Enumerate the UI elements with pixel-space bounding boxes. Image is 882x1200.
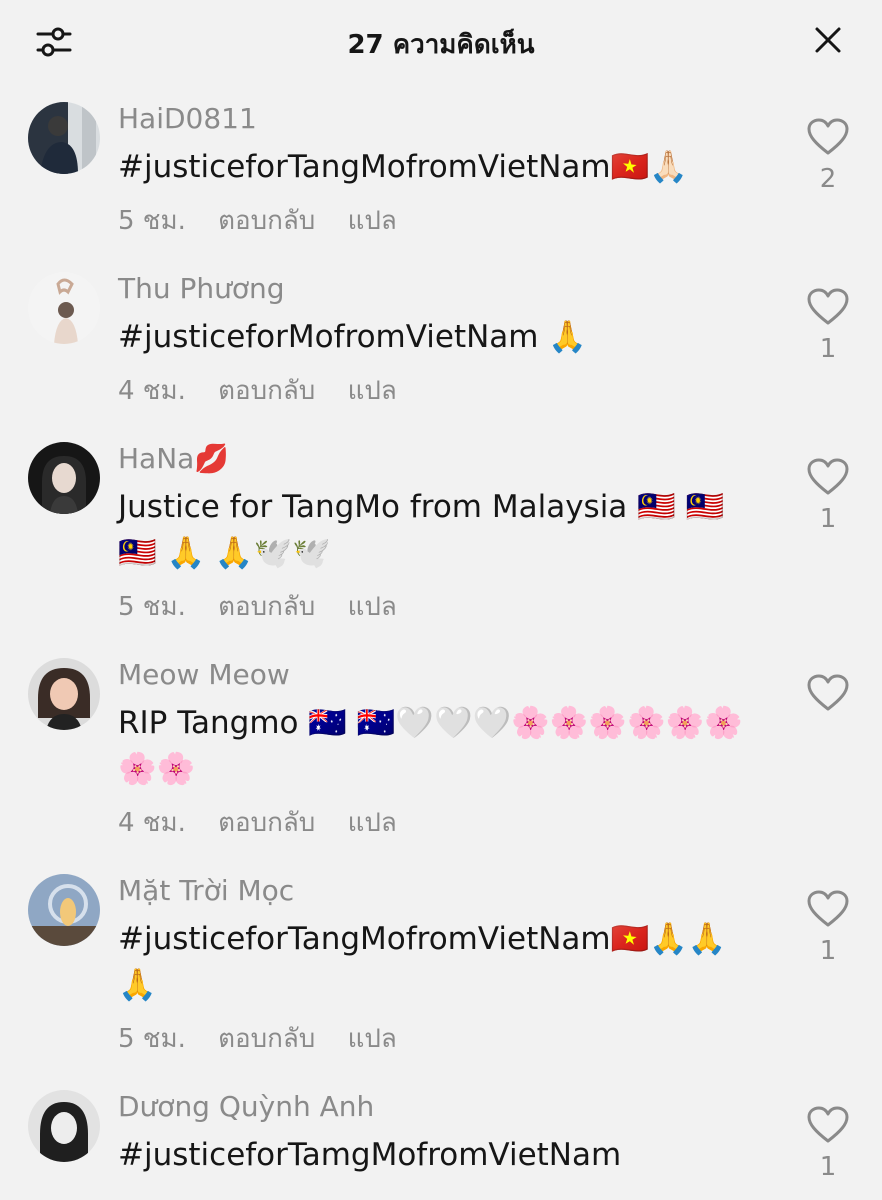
comment-text: RIP Tangmo 🇦🇺 🇦🇺🤍🤍🤍🌸🌸🌸🌸🌸🌸🌸🌸 (118, 705, 743, 787)
comment-text: #justiceforTangMofromVietNam🇻🇳🙏🙏🙏 (118, 921, 727, 1003)
translate-button[interactable]: แปล (348, 206, 397, 236)
reply-button[interactable]: ตอบกลับ (218, 1024, 315, 1054)
comment-username[interactable]: Mặt Trời Mọc (118, 874, 294, 907)
avatar[interactable] (28, 272, 100, 344)
like-count: 1 (819, 334, 837, 364)
like-count: 1 (819, 504, 837, 534)
comment-meta: 4 ชม. ตอบกลับ แปล (118, 370, 421, 411)
comment-text: #justiceforMofromVietNam 🙏 (118, 319, 587, 355)
like-control: 1 (804, 1106, 852, 1182)
comment-username[interactable]: HaiD0811 (118, 102, 257, 135)
close-button[interactable] (806, 18, 850, 62)
like-count: 2 (819, 164, 837, 194)
comments-sheet: 27 ความคิดเห็น HaiD0811 #justiceforTangM… (0, 0, 882, 1200)
heart-icon[interactable] (807, 890, 849, 928)
comment-username[interactable]: Thu Phương (118, 272, 285, 305)
close-icon (815, 27, 841, 53)
page-title: 27 ความคิดเห็น (347, 30, 535, 60)
comment-time: 5 ชม. (118, 1024, 186, 1054)
like-control: 2 (804, 118, 852, 194)
translate-button[interactable]: แปล (348, 376, 397, 406)
like-control: 1 (804, 288, 852, 364)
heart-icon[interactable] (807, 458, 849, 496)
comment-username[interactable]: Dương Quỳnh Anh (118, 1090, 374, 1123)
translate-button[interactable]: แปล (348, 592, 397, 622)
avatar[interactable] (28, 874, 100, 946)
comment-meta: 5 ชม. ตอบกลับ แปล (118, 1018, 421, 1059)
comment-text: #justiceforTamgMofromVietNam (118, 1137, 622, 1173)
reply-button[interactable]: ตอบกลับ (218, 206, 315, 236)
heart-icon[interactable] (807, 118, 849, 156)
comment-username[interactable]: Meow Meow (118, 658, 290, 691)
comment-time: 4 ชม. (118, 808, 186, 838)
comment-time: 5 ชม. (118, 592, 186, 622)
like-control: 1 (804, 458, 852, 534)
like-count: 1 (819, 1152, 837, 1182)
avatar[interactable] (28, 442, 100, 514)
comment-username[interactable]: HaNa💋 (118, 442, 229, 475)
comment-text: Justice for TangMo from Malaysia 🇲🇾 🇲🇾 🇲… (118, 489, 725, 571)
comment-meta: 5 ชม. ตอบกลับ แปล (118, 586, 421, 627)
reply-button[interactable]: ตอบกลับ (218, 376, 315, 406)
reply-button[interactable]: ตอบกลับ (218, 808, 315, 838)
comments-header: 27 ความคิดเห็น (0, 0, 882, 84)
like-control (804, 674, 852, 720)
comment-text: #justiceforTangMofromVietNam🇻🇳🙏🏻 (118, 149, 688, 185)
heart-icon[interactable] (807, 674, 849, 712)
reply-button[interactable]: ตอบกลับ (218, 592, 315, 622)
heart-icon[interactable] (807, 1106, 849, 1144)
comment-meta: 5 ชม. ตอบกลับ แปล (118, 200, 421, 241)
translate-button[interactable]: แปล (348, 1024, 397, 1054)
like-count: 1 (819, 936, 837, 966)
comment-meta: 4 ชม. ตอบกลับ แปล (118, 802, 421, 843)
avatar[interactable] (28, 102, 100, 174)
avatar[interactable] (28, 658, 100, 730)
heart-icon[interactable] (807, 288, 849, 326)
translate-button[interactable]: แปล (348, 808, 397, 838)
comment-meta (118, 1188, 190, 1200)
avatar[interactable] (28, 1090, 100, 1162)
comment-time: 5 ชม. (118, 206, 186, 236)
comment-time: 4 ชม. (118, 376, 186, 406)
like-control: 1 (804, 890, 852, 966)
